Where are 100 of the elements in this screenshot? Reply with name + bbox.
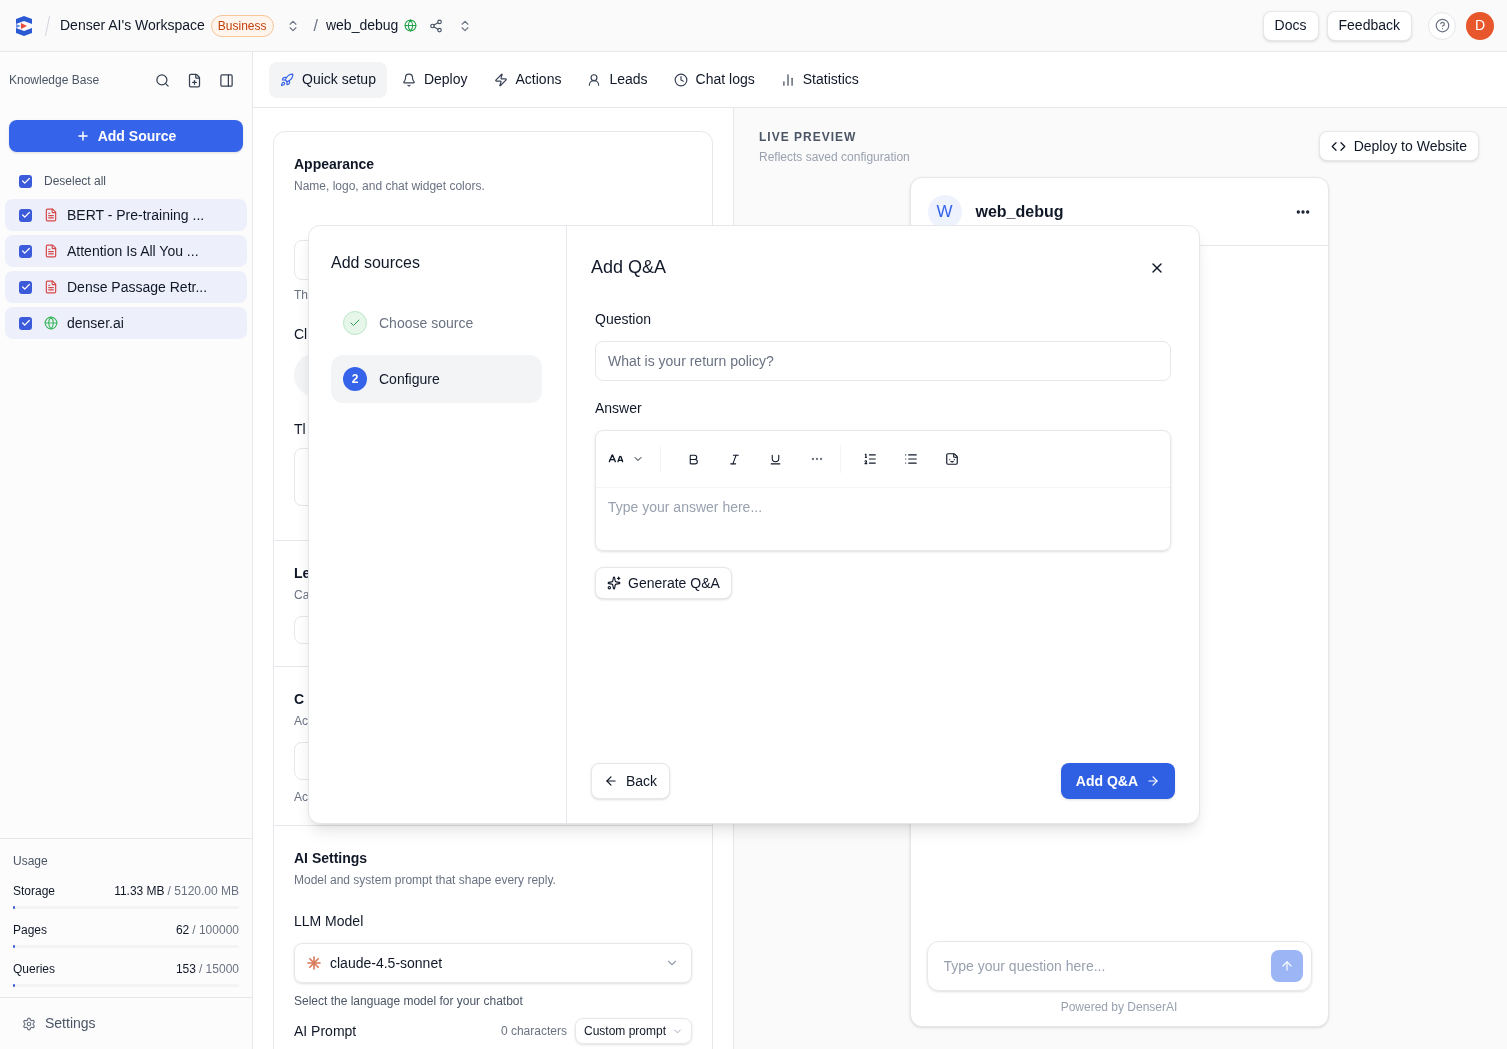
- logo-icon: [13, 14, 35, 37]
- source-item[interactable]: Attention Is All You ...: [5, 235, 247, 267]
- source-name: BERT - Pre-training ...: [67, 205, 205, 225]
- section-subtitle: Name, logo, and chat widget colors.: [294, 178, 486, 195]
- check-icon: [20, 318, 31, 328]
- source-name: Attention Is All You ...: [67, 241, 199, 261]
- numbered-list-icon[interactable]: [863, 452, 877, 466]
- prompt-mode-select[interactable]: Custom prompt: [574, 1018, 692, 1044]
- hint-text: Ac: [294, 789, 309, 806]
- share-icon[interactable]: [429, 18, 444, 33]
- section-title: Appearance: [294, 155, 376, 174]
- sparkles-icon: [607, 576, 621, 590]
- meter-used: 62: [175, 922, 190, 939]
- sticker-icon[interactable]: [945, 452, 959, 466]
- pdf-file-icon: [44, 244, 58, 258]
- meter-total: / 100000: [192, 922, 239, 939]
- add-qa-button[interactable]: Add Q&A: [1060, 763, 1175, 799]
- preview-title: LIVE PREVIEW: [759, 129, 858, 146]
- help-button[interactable]: [1428, 11, 1456, 40]
- search-icon[interactable]: [155, 72, 170, 88]
- bell-icon: [401, 72, 416, 87]
- question-text-input[interactable]: Type your question here...: [943, 955, 1271, 977]
- dialog-sidebar-title: Add sources: [331, 253, 421, 273]
- check-icon: [20, 176, 31, 186]
- bar-chart-icon: [780, 72, 795, 87]
- preview-subtitle: Reflects saved configuration: [759, 149, 911, 166]
- dialog-title: Add Q&A: [591, 256, 668, 279]
- nav-tab[interactable]: Quick setup: [269, 61, 387, 98]
- source-item[interactable]: denser.ai: [5, 307, 247, 339]
- nav-tab[interactable]: Actions: [482, 61, 573, 98]
- header-link[interactable]: Feedback: [1326, 10, 1412, 41]
- step-item[interactable]: Choose source: [331, 299, 542, 347]
- powered-by: Powered by DenserAI: [1059, 999, 1179, 1016]
- field-label: Tl: [294, 420, 307, 439]
- breadcrumb-separator: /: [313, 15, 318, 36]
- meter-total: / 5120.00 MB: [167, 883, 239, 900]
- workspace-name[interactable]: Denser AI's Workspace: [60, 15, 205, 36]
- model-select[interactable]: claude-4.5-sonnet: [294, 943, 692, 983]
- settings-link[interactable]: Settings: [45, 1013, 96, 1034]
- question-field[interactable]: What is your return policy?: [595, 341, 1171, 381]
- section-title: C: [294, 690, 306, 709]
- generate-button[interactable]: Generate Q&A: [595, 567, 732, 599]
- bot-name: web_debug: [975, 201, 1065, 222]
- deploy-button[interactable]: Deploy to Website: [1318, 131, 1479, 161]
- section-subtitle: Ca: [294, 587, 311, 604]
- checkbox[interactable]: [19, 316, 32, 330]
- step-item[interactable]: 2 Configure: [331, 355, 542, 403]
- back-button[interactable]: Back: [591, 763, 671, 799]
- clock-icon: [673, 72, 688, 87]
- step-number: 2: [343, 367, 367, 391]
- field-label: AI Prompt: [294, 1021, 358, 1041]
- plan-badge: Business: [210, 14, 274, 37]
- underline-icon[interactable]: [769, 452, 782, 466]
- source-item[interactable]: BERT - Pre-training ...: [5, 199, 247, 231]
- rocket-icon: [280, 72, 294, 87]
- italic-icon[interactable]: [728, 452, 741, 466]
- source-item[interactable]: Dense Passage Retr...: [5, 271, 247, 303]
- field-label: LLM Model: [294, 912, 365, 931]
- nav-tab[interactable]: Statistics: [769, 61, 870, 98]
- meter-label: Queries: [13, 961, 56, 978]
- bold-icon[interactable]: [687, 452, 700, 466]
- checkbox[interactable]: [19, 280, 32, 294]
- deselect-all-label[interactable]: Deselect all: [44, 172, 107, 190]
- add-source-button[interactable]: Add Source: [9, 120, 243, 152]
- project-name[interactable]: web_debug: [325, 15, 399, 36]
- meter-used: 153: [175, 961, 196, 978]
- bullet-list-icon[interactable]: [904, 452, 918, 466]
- nav-tab[interactable]: Chat logs: [662, 61, 766, 98]
- checkbox[interactable]: [19, 174, 32, 188]
- meter-label: Storage: [13, 883, 56, 900]
- user-avatar[interactable]: D: [1466, 11, 1494, 40]
- section-title: AI Settings: [294, 849, 369, 868]
- sidebar-title: Knowledge Base: [9, 72, 101, 89]
- globe-icon: [44, 316, 58, 330]
- nav-tab[interactable]: Deploy: [390, 61, 479, 98]
- source-name: Dense Passage Retr...: [67, 277, 208, 297]
- meter-label: Pages: [13, 922, 48, 939]
- help-icon: [1434, 18, 1450, 33]
- field-label: Question: [595, 310, 653, 329]
- meter-total: / 15000: [198, 961, 239, 978]
- checkbox[interactable]: [19, 244, 32, 258]
- check-icon: [20, 246, 31, 256]
- lightning-icon: [493, 72, 508, 87]
- answer-field[interactable]: Type your answer here...: [596, 488, 1170, 550]
- pdf-file-icon: [44, 280, 58, 294]
- panel-toggle-icon[interactable]: [219, 72, 234, 88]
- usage-title: Usage: [13, 853, 49, 870]
- pdf-file-icon: [44, 208, 58, 222]
- add-file-icon[interactable]: [187, 72, 202, 88]
- source-name: denser.ai: [67, 313, 124, 333]
- starburst-icon: [307, 956, 321, 970]
- header-link[interactable]: Docs: [1262, 10, 1319, 41]
- answer-editor[interactable]: Type your answer here...: [595, 430, 1171, 551]
- check-icon: [20, 210, 31, 220]
- arrow-up-icon: [1279, 959, 1294, 973]
- checkbox[interactable]: [19, 208, 32, 222]
- question-input[interactable]: Type your question here...: [926, 941, 1312, 991]
- nav-tab[interactable]: Leads: [576, 61, 659, 98]
- settings-icon: [22, 1016, 36, 1031]
- step-done-icon: [343, 311, 367, 335]
